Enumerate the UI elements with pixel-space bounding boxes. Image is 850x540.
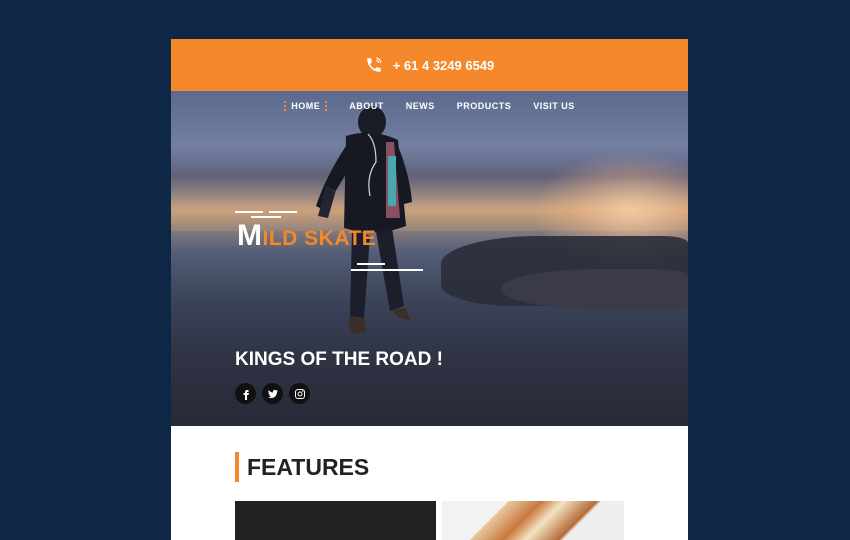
- nav-item-about[interactable]: ABOUT: [349, 101, 384, 111]
- hero-banner: HOME ABOUT NEWS PRODUCTS VISIT US MILD S…: [171, 91, 688, 426]
- brand-initial: M: [237, 219, 263, 252]
- email-container: + 61 4 3249 6549 HOME ABOUT NEWS PRODUCT…: [171, 39, 688, 540]
- feature-image[interactable]: [235, 501, 436, 540]
- phone-icon: [365, 56, 383, 74]
- nav-item-visit-us[interactable]: VISIT US: [533, 101, 575, 111]
- hero-tagline: KINGS OF THE ROAD !: [235, 349, 443, 370]
- features-section: FEATURES: [171, 426, 688, 540]
- main-nav: HOME ABOUT NEWS PRODUCTS VISIT US: [171, 101, 688, 111]
- instagram-icon[interactable]: [289, 383, 310, 404]
- brand-rest: ILD SKATE: [262, 227, 377, 250]
- nav-item-products[interactable]: PRODUCTS: [457, 101, 512, 111]
- section-title: FEATURES: [235, 452, 369, 482]
- brand-logo[interactable]: MILD SKATE: [235, 211, 435, 291]
- facebook-icon[interactable]: [235, 383, 256, 404]
- social-links: [235, 383, 310, 404]
- nav-item-news[interactable]: NEWS: [406, 101, 435, 111]
- twitter-icon[interactable]: [262, 383, 283, 404]
- feature-image[interactable]: [442, 501, 624, 540]
- brand-name: MILD SKATE: [237, 219, 376, 253]
- nav-item-home[interactable]: HOME: [284, 101, 328, 111]
- phone-link[interactable]: + 61 4 3249 6549: [393, 58, 495, 73]
- hero-rock: [501, 269, 688, 309]
- contact-bar: + 61 4 3249 6549: [171, 39, 688, 91]
